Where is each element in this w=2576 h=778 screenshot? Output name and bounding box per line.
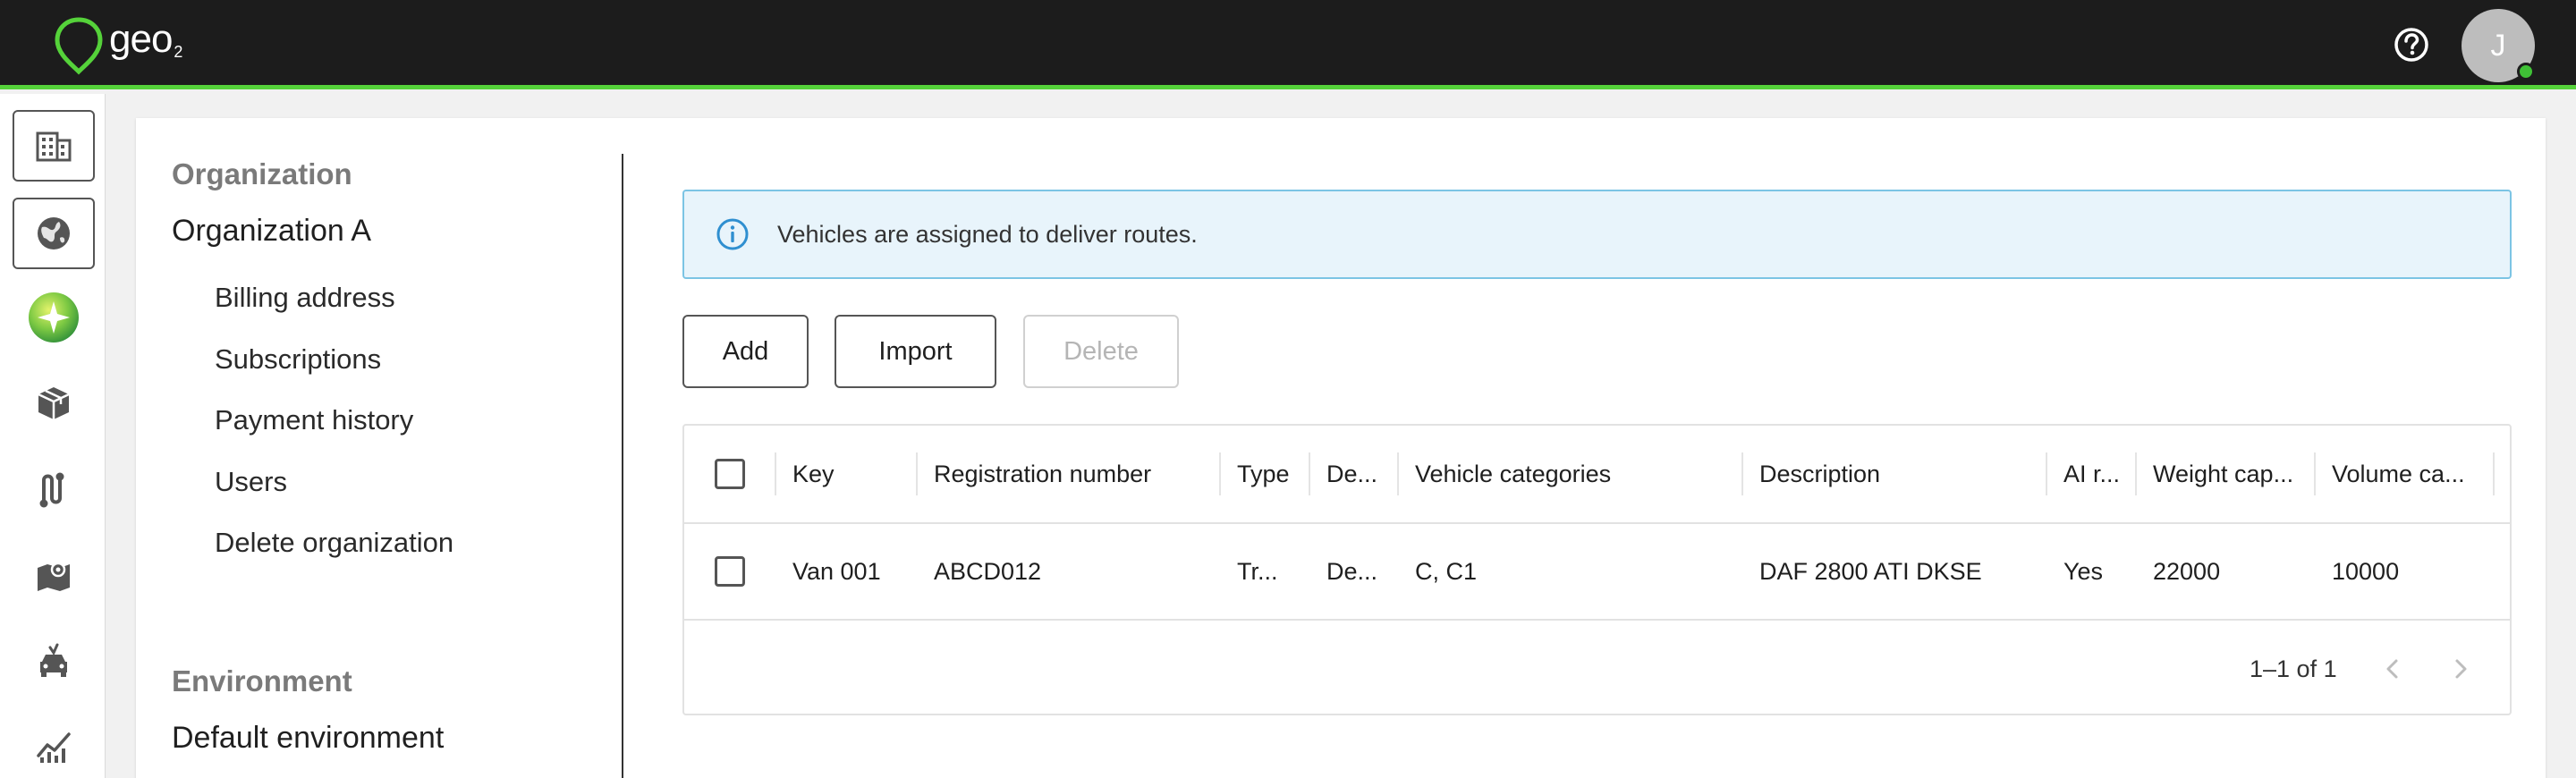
column-separator: [1309, 452, 1310, 495]
info-banner-text: Vehicles are assigned to deliver routes.: [777, 220, 1198, 248]
left-rail: [0, 94, 106, 778]
rail-orders-button[interactable]: [13, 368, 95, 439]
rail-ai-button[interactable]: [13, 282, 95, 353]
column-separator: [775, 452, 776, 495]
location-pin-icon: [55, 17, 103, 75]
map-icon: [38, 562, 70, 591]
package-icon: [38, 387, 70, 419]
cell-volume-capacity: 10000: [2332, 557, 2400, 585]
row-select-cell: [715, 524, 750, 619]
column-header-registration-number[interactable]: Registration number: [934, 426, 1211, 522]
logo-text: geo: [109, 17, 173, 61]
analytics-icon: [37, 732, 71, 763]
column-header-weight-capacity[interactable]: Weight cap...: [2153, 426, 2309, 522]
import-button[interactable]: Import: [835, 315, 996, 388]
organization-name-link[interactable]: Organization A: [172, 214, 371, 249]
app-logo[interactable]: geo 2: [52, 16, 182, 75]
column-header-de[interactable]: De...: [1326, 426, 1398, 522]
cell-vehicle-categories: C, C1: [1415, 557, 1478, 585]
nav-payment-history[interactable]: Payment history: [215, 404, 413, 436]
column-separator: [1219, 452, 1221, 495]
vehicles-table: Key Registration number Type De... Vehic…: [682, 424, 2512, 715]
delete-button[interactable]: Delete: [1023, 315, 1179, 388]
rail-map-button[interactable]: [13, 539, 95, 611]
table-row[interactable]: Van 001 ABCD012 Tr... De... C, C1 DAF 28…: [684, 524, 2510, 621]
column-separator: [1741, 452, 1743, 495]
column-separator: [916, 452, 918, 495]
building-icon: [36, 131, 72, 162]
organization-heading: Organization: [172, 157, 352, 190]
previous-page-icon[interactable]: [2375, 651, 2411, 687]
info-banner: Vehicles are assigned to deliver routes.: [682, 190, 2512, 279]
select-all-cell: [715, 426, 750, 522]
nav-subscriptions[interactable]: Subscriptions: [215, 343, 381, 376]
column-header-volume-capacity[interactable]: Volume ca...: [2332, 426, 2488, 522]
cell-weight-capacity: 22000: [2153, 557, 2221, 585]
rail-environment-button[interactable]: [13, 198, 95, 269]
column-separator: [2314, 452, 2316, 495]
column-header-type[interactable]: Type: [1237, 426, 1309, 522]
avatar-initial: J: [2490, 28, 2506, 63]
column-header-ai-r[interactable]: AI r...: [2063, 426, 2135, 522]
cell-registration-number: ABCD012: [934, 557, 1042, 585]
next-page-icon[interactable]: [2443, 651, 2479, 687]
add-button[interactable]: Add: [682, 315, 809, 388]
table-header-row: Key Registration number Type De... Vehic…: [684, 426, 2510, 524]
column-header-description[interactable]: Description: [1759, 426, 2046, 522]
online-status-dot: [2517, 63, 2535, 80]
column-separator: [2493, 452, 2495, 495]
vertical-divider: [622, 154, 623, 778]
rail-vehicles-button[interactable]: [13, 625, 95, 697]
cell-ai-r: Yes: [2063, 557, 2104, 585]
cell-description: DAF 2800 ATI DKSE: [1759, 557, 1982, 585]
column-separator: [2046, 452, 2047, 495]
pagination-label: 1–1 of 1: [2250, 655, 2337, 682]
main-card: Organization Organization A Billing addr…: [136, 118, 2546, 778]
globe-icon: [38, 217, 70, 249]
table-footer: 1–1 of 1: [684, 621, 2510, 717]
sparkle-orb-icon: [29, 292, 79, 342]
info-icon: [716, 218, 749, 250]
rail-routes-button[interactable]: [13, 453, 95, 525]
help-icon[interactable]: [2392, 25, 2431, 64]
column-separator: [2135, 452, 2137, 495]
column-header-vehicle-categories[interactable]: Vehicle categories: [1415, 426, 1737, 522]
user-avatar[interactable]: J: [2462, 9, 2535, 82]
nav-billing-address[interactable]: Billing address: [215, 282, 395, 314]
rail-organization-button[interactable]: [13, 110, 95, 182]
rail-analytics-button[interactable]: [13, 711, 95, 778]
row-select-checkbox[interactable]: [715, 556, 745, 587]
nav-users[interactable]: Users: [215, 466, 287, 498]
select-all-checkbox[interactable]: [715, 459, 745, 489]
column-separator: [1397, 452, 1399, 495]
top-bar: geo 2 J: [0, 0, 2576, 89]
route-icon: [39, 472, 64, 508]
environment-heading: Environment: [172, 664, 352, 698]
column-header-key[interactable]: Key: [792, 426, 909, 522]
cell-type: Tr...: [1237, 557, 1278, 585]
cell-de: De...: [1326, 557, 1378, 585]
cell-key: Van 001: [792, 557, 881, 585]
vehicle-icon: [40, 643, 67, 677]
logo-subscript: 2: [174, 43, 183, 61]
nav-delete-organization[interactable]: Delete organization: [215, 527, 453, 559]
environment-name-link[interactable]: Default environment: [172, 721, 444, 756]
